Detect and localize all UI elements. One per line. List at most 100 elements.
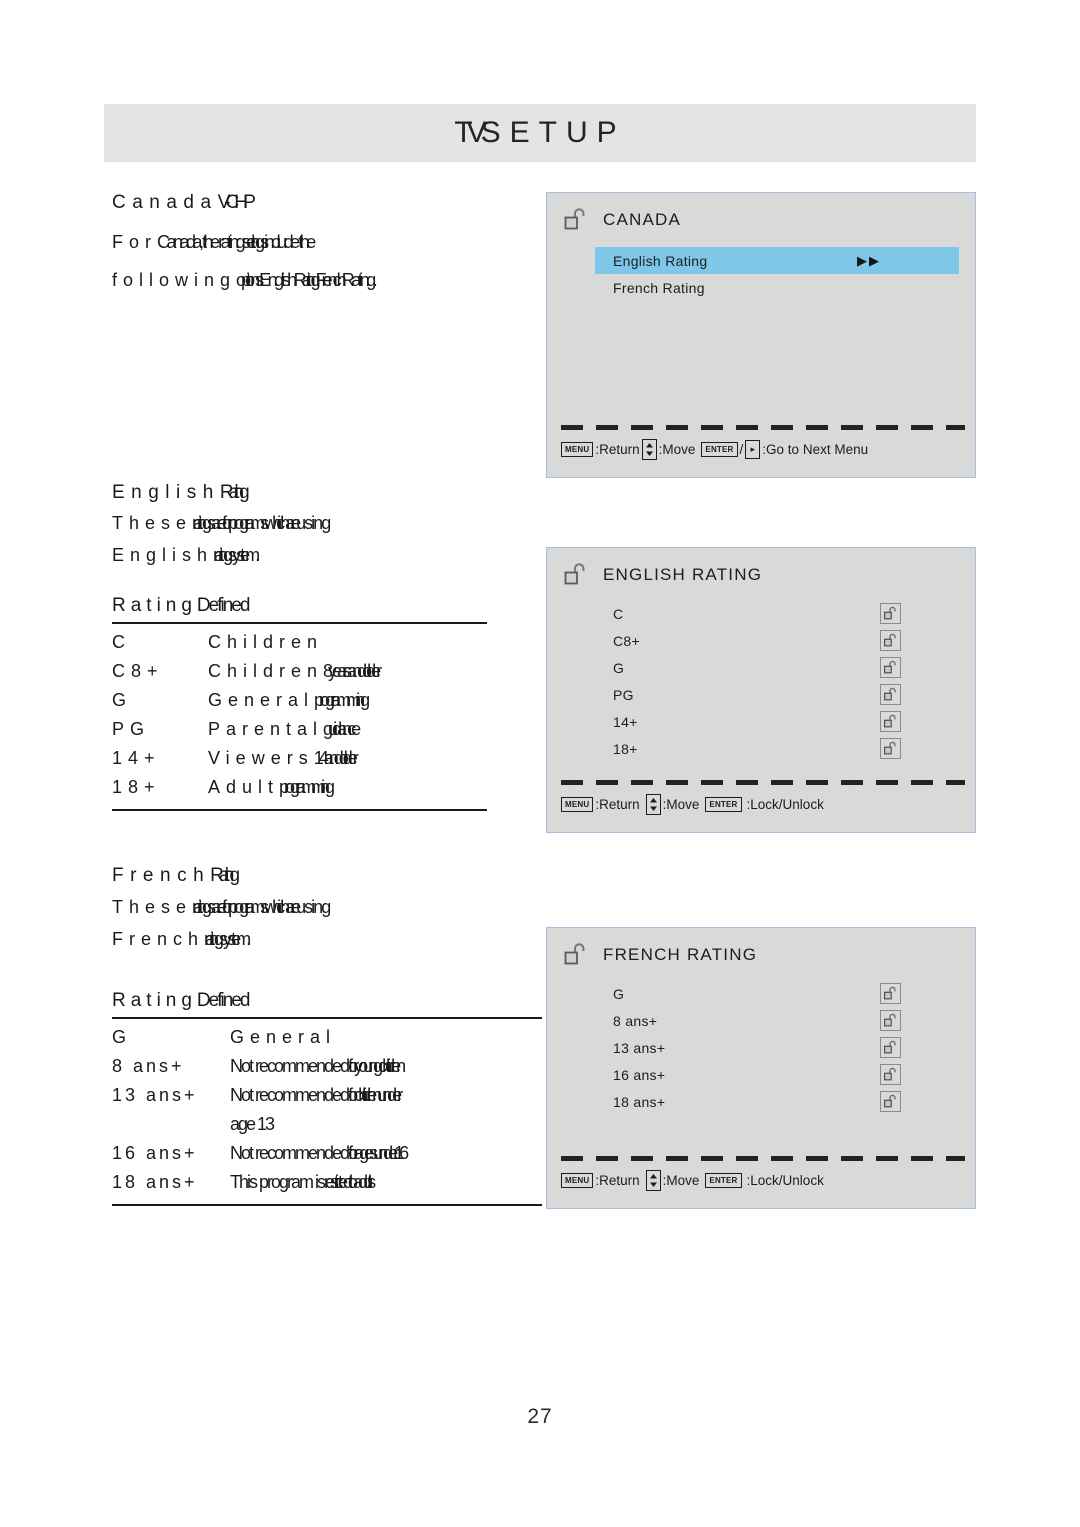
french-table-top-rule bbox=[112, 1017, 542, 1019]
hint-next-menu-text: :Go to Next Menu bbox=[762, 442, 869, 457]
enter-key-icon[interactable]: ENTER bbox=[705, 1173, 742, 1188]
rating-desc-a: Not recommended bbox=[230, 1056, 350, 1076]
lock-toggle-icon[interactable] bbox=[880, 684, 901, 705]
osd-rating-label: G bbox=[613, 659, 625, 676]
french-table-title-a: Rating bbox=[112, 990, 197, 1011]
menu-key-icon[interactable]: MENU bbox=[561, 442, 594, 457]
osd-rating-row-pg[interactable]: PG bbox=[547, 681, 975, 708]
osd-english-title: ENGLISH RATING bbox=[603, 565, 763, 584]
french-p1-c: for programs bbox=[222, 897, 269, 917]
canada-p2-a: following bbox=[112, 270, 237, 290]
english-p1-a: These bbox=[112, 513, 193, 533]
lock-toggle-icon[interactable] bbox=[880, 738, 901, 759]
heading-canada-word: Canada bbox=[112, 192, 218, 213]
osd-rating-row-8ans[interactable]: 8 ans+ bbox=[547, 1007, 975, 1034]
lock-toggle-icon[interactable] bbox=[880, 603, 901, 624]
hint-move-text: :Move bbox=[658, 442, 696, 457]
rating-desc-b: 14 and bbox=[313, 748, 344, 768]
rating-description: Children8 years andolder bbox=[208, 657, 487, 686]
lock-toggle-icon[interactable] bbox=[880, 1037, 901, 1058]
up-down-arrow-icon[interactable] bbox=[641, 439, 657, 460]
osd-english-hint-bar: MENU :Return :Move ENTER :Lock/Unlock bbox=[561, 794, 967, 815]
french-p2-a: French bbox=[112, 929, 205, 949]
osd-rating-row-g[interactable]: G bbox=[547, 654, 975, 681]
french-paragraph-line-1: Theseratings arefor programswhich areusi… bbox=[112, 897, 331, 918]
osd-rating-row-18ans[interactable]: 18 ans+ bbox=[547, 1088, 975, 1115]
french-table-bottom-rule bbox=[112, 1204, 542, 1206]
english-p1-b: ratings are bbox=[192, 513, 227, 533]
rating-code: G bbox=[112, 1027, 130, 1047]
page-header-band: TVSETUP bbox=[104, 104, 976, 162]
hint-move-text: :Move bbox=[662, 1173, 700, 1188]
osd-french-divider bbox=[561, 1156, 965, 1161]
english-paragraph-line-2: Englishratingsystem. bbox=[112, 545, 260, 566]
lock-toggle-icon[interactable] bbox=[880, 657, 901, 678]
up-down-arrow-icon[interactable] bbox=[645, 1170, 661, 1191]
osd-menu-item-label: French Rating bbox=[613, 279, 705, 296]
rating-description: Children bbox=[208, 628, 487, 657]
osd-rating-row-13ans[interactable]: 13 ans+ bbox=[547, 1034, 975, 1061]
lock-toggle-icon[interactable] bbox=[880, 983, 901, 1004]
osd-rating-row-16ans[interactable]: 16 ans+ bbox=[547, 1061, 975, 1088]
lock-toggle-icon[interactable] bbox=[880, 630, 901, 651]
osd-rating-label: C8+ bbox=[613, 632, 640, 649]
up-down-arrow-icon[interactable] bbox=[645, 794, 661, 815]
osd-menu-item-french-rating[interactable]: French Rating bbox=[547, 274, 975, 301]
table-row: 18 ans+ This program isrestricted toadul… bbox=[112, 1168, 542, 1197]
osd-french-list: G 8 ans+ 13 ans+ 16 ans+ 18 ans+ bbox=[547, 980, 975, 1115]
menu-key-icon[interactable]: MENU bbox=[561, 1173, 594, 1188]
heading-english-rating: EnglishRating bbox=[112, 482, 250, 504]
english-p1-c: for programs bbox=[222, 513, 269, 533]
osd-rating-row-c[interactable]: C bbox=[547, 600, 975, 627]
rating-desc-a: Viewers bbox=[208, 748, 314, 768]
osd-rating-row-c8plus[interactable]: C8+ bbox=[547, 627, 975, 654]
osd-rating-row-14plus[interactable]: 14+ bbox=[547, 708, 975, 735]
lock-toggle-icon[interactable] bbox=[880, 711, 901, 732]
osd-canada-titlebar: CANADA bbox=[547, 193, 975, 233]
english-table-title-b: Defined bbox=[196, 595, 250, 616]
osd-rating-label: PG bbox=[613, 686, 634, 703]
page-title-tv: TV bbox=[454, 116, 486, 149]
osd-canada-title: CANADA bbox=[603, 210, 682, 229]
rating-description: This program isrestricted toadults bbox=[230, 1168, 542, 1197]
french-paragraph-line-2: Frenchratingsystem. bbox=[112, 929, 251, 950]
osd-rating-row-g[interactable]: G bbox=[547, 980, 975, 1007]
rating-description: Parentalguidance bbox=[208, 715, 487, 744]
rating-desc-b: for children bbox=[348, 1085, 382, 1105]
rating-description: Not recommendedfor youngchildren bbox=[230, 1052, 542, 1081]
osd-canada-hint-bar: MENU :Return :Move ENTER / ▸ :Go to Next… bbox=[561, 439, 967, 460]
right-arrow-key-icon[interactable]: ▸ bbox=[745, 440, 761, 459]
lock-toggle-icon[interactable] bbox=[880, 1010, 901, 1031]
menu-key-icon[interactable]: MENU bbox=[561, 797, 594, 812]
osd-rating-label: G bbox=[613, 985, 625, 1002]
lock-toggle-icon[interactable] bbox=[880, 1091, 901, 1112]
heading-french-word: French bbox=[112, 865, 211, 886]
osd-rating-row-18plus[interactable]: 18+ bbox=[547, 735, 975, 762]
table-row-continuation: age 13 bbox=[112, 1110, 542, 1139]
canada-paragraph-line-1: ForCanada, the ratingsettingsinclude the bbox=[112, 232, 316, 253]
osd-panel-english-rating[interactable]: ENGLISH RATING C C8+ G PG 14+ 18+ MENU:… bbox=[546, 547, 976, 833]
lock-toggle-icon[interactable] bbox=[880, 1064, 901, 1085]
heading-rating-word: Rating bbox=[210, 865, 240, 886]
enter-key-icon[interactable]: ENTER bbox=[705, 797, 742, 812]
rating-code: 13 ans+ bbox=[112, 1085, 198, 1105]
osd-english-list: C C8+ G PG 14+ 18+ bbox=[547, 600, 975, 762]
page-title-setup: SETUP bbox=[480, 116, 626, 149]
osd-rating-label: 18 ans+ bbox=[613, 1093, 666, 1110]
rating-code: 8 ans+ bbox=[112, 1056, 185, 1076]
english-p2-b: rating bbox=[213, 545, 233, 565]
rating-desc-a: Children bbox=[208, 661, 324, 681]
canada-p1-c: settings bbox=[242, 232, 269, 252]
table-row: PG Parentalguidance bbox=[112, 715, 487, 744]
enter-key-icon[interactable]: ENTER bbox=[701, 442, 738, 457]
rating-desc-b: programming bbox=[314, 690, 370, 710]
canada-p1-b: Canada, the rating bbox=[157, 232, 246, 252]
osd-panel-french-rating[interactable]: FRENCH RATING G 8 ans+ 13 ans+ 16 ans+ 1… bbox=[546, 927, 976, 1209]
french-p1-d: which are bbox=[264, 897, 301, 917]
english-rating-defined-table: RatingDefined C Children C8+ Children8 y… bbox=[112, 595, 487, 811]
osd-panel-canada[interactable]: CANADA English Rating ▶▶ French Rating M… bbox=[546, 192, 976, 478]
osd-menu-item-english-rating[interactable]: English Rating ▶▶ bbox=[595, 247, 959, 274]
rating-desc-b: restricted to bbox=[324, 1172, 358, 1192]
osd-rating-label: 13 ans+ bbox=[613, 1039, 666, 1056]
rating-desc-c: adults bbox=[353, 1172, 376, 1192]
